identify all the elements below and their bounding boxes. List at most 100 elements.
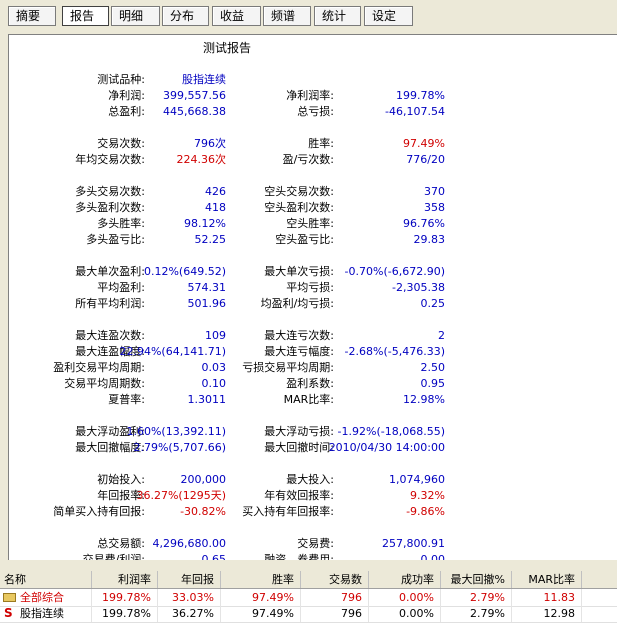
stat-label-right: 胜率: bbox=[308, 137, 334, 150]
grid-header: 名称 利润率 年回报 胜率 交易数 成功率 最大回撤% MAR比率 bbox=[0, 571, 617, 589]
stat-label-left: 交易平均周期数: bbox=[64, 377, 145, 390]
grid-header-cell[interactable]: 年回报 bbox=[158, 571, 221, 588]
stat-label-right: 均盈利/均亏损: bbox=[260, 297, 334, 310]
report-row: 交易费/利润: 0.65 融资、卷费用: 0.00 bbox=[9, 552, 617, 560]
report-panel[interactable]: 测试报告 测试品种: 股指连续 净利润: 399,557.56 净利润率: 199.78%… bbox=[8, 34, 617, 560]
stat-label-right: 交易费: bbox=[297, 537, 334, 550]
stat-label-right: 总亏损: bbox=[297, 105, 334, 118]
report-row: 测试品种: 股指连续 bbox=[9, 72, 617, 87]
grid-cell: 股指连续 bbox=[0, 605, 92, 622]
grid-cell: 0.00% bbox=[369, 605, 441, 622]
stat-label-right: 最大浮动亏损: bbox=[264, 425, 334, 438]
stat-value-right: 0.95 bbox=[420, 377, 446, 390]
stat-value-right: 2.50 bbox=[420, 361, 446, 374]
stat-value-left: 109 bbox=[205, 329, 226, 342]
stat-value-right: 2 bbox=[438, 329, 445, 342]
grid-cell: 796 bbox=[301, 605, 369, 622]
stat-label-right: 亏损交易平均周期: bbox=[242, 361, 334, 374]
stat-label-left: 夏普率: bbox=[108, 393, 145, 406]
grid-cell: 12.98 bbox=[512, 605, 582, 622]
stat-value-left: 36.27%(1295天) bbox=[136, 489, 226, 502]
tab-profit[interactable]: 收益 bbox=[212, 6, 261, 26]
tab-distribution[interactable]: 分布 bbox=[162, 6, 209, 26]
report-row: 最大连盈次数: 109 最大连亏次数: 2 bbox=[9, 328, 617, 343]
stat-label-left: 测试品种: bbox=[97, 73, 145, 86]
stat-value-left: 796次 bbox=[194, 137, 226, 150]
tab-statistics[interactable]: 统计 bbox=[314, 6, 361, 26]
stat-value-left: 200,000 bbox=[180, 473, 227, 486]
stat-value-left: 0.03 bbox=[201, 361, 227, 374]
stat-value-right: 9.32% bbox=[410, 489, 445, 502]
tab-detail[interactable]: 明细 bbox=[111, 6, 160, 26]
report-row: 初始投入: 200,000 最大投入: 1,074,960 bbox=[9, 472, 617, 487]
report-row: 多头盈利次数: 418 空头盈利次数: 358 bbox=[9, 200, 617, 215]
stat-value-right: 358 bbox=[424, 201, 445, 214]
report-row: 年均交易次数: 224.36次 盈/亏次数: 776/20 bbox=[9, 152, 617, 167]
report-row: 总交易额: 4,296,680.00 交易费: 257,800.91 bbox=[9, 536, 617, 551]
stat-label-left: 盈利交易平均周期: bbox=[53, 361, 145, 374]
grid-cell: 97.49% bbox=[221, 589, 301, 606]
stat-value-left: 1.60%(13,392.11) bbox=[126, 425, 226, 438]
stat-label-left: 最大单次盈利: bbox=[75, 265, 145, 278]
stat-value-left: 52.25 bbox=[194, 233, 227, 246]
stat-value-left: 224.36次 bbox=[176, 153, 227, 166]
report-row: 总盈利: 445,668.38 总亏损: -46,107.54 bbox=[9, 104, 617, 119]
report-row: 净利润: 399,557.56 净利润率: 199.78% bbox=[9, 88, 617, 103]
stat-label-right: 融资、卷费用: bbox=[264, 553, 334, 560]
results-grid[interactable]: 名称 利润率 年回报 胜率 交易数 成功率 最大回撤% MAR比率 全部综合 199.78% 33… bbox=[0, 571, 617, 634]
grid-header-cell[interactable]: 最大回撤% bbox=[441, 571, 512, 588]
stat-value-left: 22.94%(64,141.71) bbox=[119, 345, 226, 358]
stat-value-left: 501.96 bbox=[187, 297, 227, 310]
report-row: 多头胜率: 98.12% 空头胜率: 96.76% bbox=[9, 216, 617, 231]
stat-label-right: 净利润率: bbox=[286, 89, 334, 102]
grid-header-cell[interactable]: 利润率 bbox=[92, 571, 158, 588]
stat-value-right: -2.68%(-5,476.33) bbox=[344, 345, 445, 358]
grid-header-cell[interactable]: 交易数 bbox=[301, 571, 369, 588]
stat-value-right: -0.70%(-6,672.90) bbox=[344, 265, 445, 278]
report-row: 交易次数: 796次 胜率: 97.49% bbox=[9, 136, 617, 151]
stat-value-right: 2010/04/30 14:00:00 bbox=[328, 441, 445, 454]
tab-settings[interactable]: 设定 bbox=[364, 6, 413, 26]
report-row: 多头交易次数: 426 空头交易次数: 370 bbox=[9, 184, 617, 199]
stat-value-left: 0.65 bbox=[201, 553, 227, 560]
stat-value-left: 股指连续 bbox=[182, 73, 226, 86]
stat-label-left: 交易费/利润: bbox=[82, 553, 145, 560]
stat-value-right: -1.92%(-18,068.55) bbox=[337, 425, 445, 438]
stat-label-left: 最大连盈次数: bbox=[75, 329, 145, 342]
stat-label-left: 多头交易次数: bbox=[75, 185, 145, 198]
stat-value-right: 370 bbox=[424, 185, 445, 198]
stat-value-left: -30.82% bbox=[180, 505, 226, 518]
stat-label-right: 空头盈利次数: bbox=[264, 201, 334, 214]
stat-value-left: 426 bbox=[205, 185, 226, 198]
stat-value-right: 1,074,960 bbox=[389, 473, 445, 486]
grid-cell: 97.49% bbox=[221, 605, 301, 622]
grid-cell: 2.79% bbox=[441, 605, 512, 622]
tab-spectrum[interactable]: 频谱 bbox=[263, 6, 311, 26]
stat-label-left: 多头盈利次数: bbox=[75, 201, 145, 214]
report-row: 最大回撤幅度: 2.79%(5,707.66) 最大回撤时间: 2010/04/30 … bbox=[9, 440, 617, 455]
tab-report[interactable]: 报告 bbox=[62, 6, 109, 26]
stat-value-right: 0.25 bbox=[420, 297, 446, 310]
stat-label-right: 最大单次亏损: bbox=[264, 265, 334, 278]
stat-label-left: 总盈利: bbox=[108, 105, 145, 118]
grid-row[interactable]: S 股指连续 199.78% 36.27% 97.49% 796 0.00% 2.79% 12.… bbox=[0, 605, 617, 623]
stat-label-left: 简单买入持有回报: bbox=[53, 505, 145, 518]
grid-header-cell[interactable]: 名称 bbox=[0, 571, 92, 588]
stat-value-left: 1.3011 bbox=[187, 393, 227, 406]
grid-header-cell[interactable]: 胜率 bbox=[221, 571, 301, 588]
grid-cell: 33.03% bbox=[158, 589, 221, 606]
grid-header-cell[interactable]: MAR比率 bbox=[512, 571, 582, 588]
report-row: 最大浮动盈利: 1.60%(13,392.11) 最大浮动亏损: -1.92%(-18… bbox=[9, 424, 617, 439]
stat-value-right: 0.00 bbox=[420, 553, 446, 560]
tab-summary[interactable]: 摘要 bbox=[8, 6, 56, 26]
grid-header-cell[interactable]: 成功率 bbox=[369, 571, 441, 588]
stat-label-left: 平均盈利: bbox=[97, 281, 145, 294]
stat-label-left: 交易次数: bbox=[97, 137, 145, 150]
stat-value-right: 776/20 bbox=[406, 153, 445, 166]
report-row: 盈利交易平均周期: 0.03 亏损交易平均周期: 2.50 bbox=[9, 360, 617, 375]
stat-label-right: 平均亏损: bbox=[286, 281, 334, 294]
grid-cell: 199.78% bbox=[92, 589, 158, 606]
stat-label-left: 初始投入: bbox=[97, 473, 145, 486]
stat-label-right: 最大连亏次数: bbox=[264, 329, 334, 342]
grid-cell: 36.27% bbox=[158, 605, 221, 622]
